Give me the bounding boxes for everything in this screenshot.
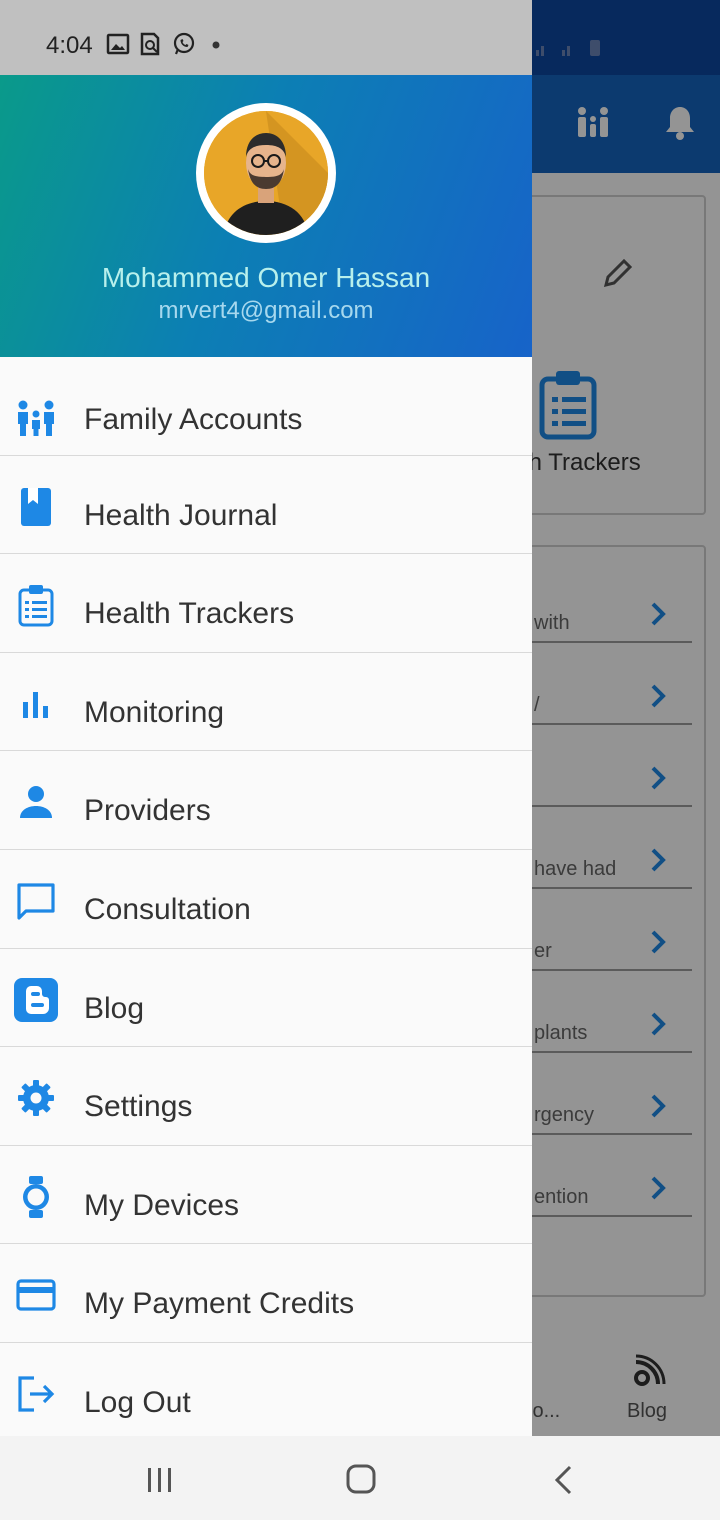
menu-item-health-trackers[interactable]: Health Trackers <box>0 554 532 653</box>
menu-item-family-accounts[interactable]: Family Accounts <box>0 357 532 456</box>
menu-item-my-devices[interactable]: My Devices <box>0 1146 532 1245</box>
search-doc-notification-icon <box>140 32 160 56</box>
menu-item-monitoring[interactable]: Monitoring <box>0 653 532 752</box>
user-name: Mohammed Omer Hassan <box>101 262 431 293</box>
journal-icon <box>21 487 51 526</box>
status-time: 4:04 <box>46 32 93 59</box>
home-icon[interactable] <box>341 1464 381 1496</box>
menu-item-consultation[interactable]: Consultation <box>0 850 532 949</box>
menu-item-log-out[interactable]: Log Out <box>0 1343 532 1436</box>
navigation-drawer: 4:04 Mohammed Omer Hassan mrvert4@gmail.… <box>0 0 532 1436</box>
user-email: mrvert4@gmail.com <box>158 297 374 324</box>
status-bar: 4:04 <box>0 0 532 75</box>
menu-item-blog[interactable]: Blog <box>0 949 532 1048</box>
clipboard-list-icon <box>18 585 54 627</box>
avatar[interactable] <box>196 103 336 243</box>
chat-bubble-icon <box>17 883 55 920</box>
menu-item-label: Log Out <box>84 1385 191 1419</box>
family-icon <box>18 400 54 436</box>
image-notification-icon <box>106 33 130 55</box>
menu-item-providers[interactable]: Providers <box>0 751 532 850</box>
gear-icon <box>18 1080 54 1117</box>
menu-item-settings[interactable]: Settings <box>0 1047 532 1146</box>
whatsapp-icon <box>173 32 195 55</box>
menu-item-health-journal[interactable]: Health Journal <box>0 456 532 555</box>
logout-icon <box>18 1376 55 1412</box>
drawer-menu: Family Accounts Health Journal Health Tr… <box>0 357 532 1436</box>
more-notifications-dot-icon <box>212 41 220 49</box>
bar-chart-icon <box>23 691 48 718</box>
person-icon <box>20 786 52 819</box>
credit-card-icon <box>16 1279 56 1311</box>
drawer-header: Mohammed Omer Hassan mrvert4@gmail.com <box>0 75 532 357</box>
system-nav-bar <box>0 1436 720 1520</box>
menu-item-my-payment-credits[interactable]: My Payment Credits <box>0 1244 532 1343</box>
back-icon[interactable] <box>544 1464 584 1496</box>
recent-apps-icon[interactable] <box>140 1464 180 1496</box>
avatar-illustration <box>204 111 328 235</box>
blogger-icon <box>14 977 58 1022</box>
watch-icon <box>23 1175 49 1218</box>
